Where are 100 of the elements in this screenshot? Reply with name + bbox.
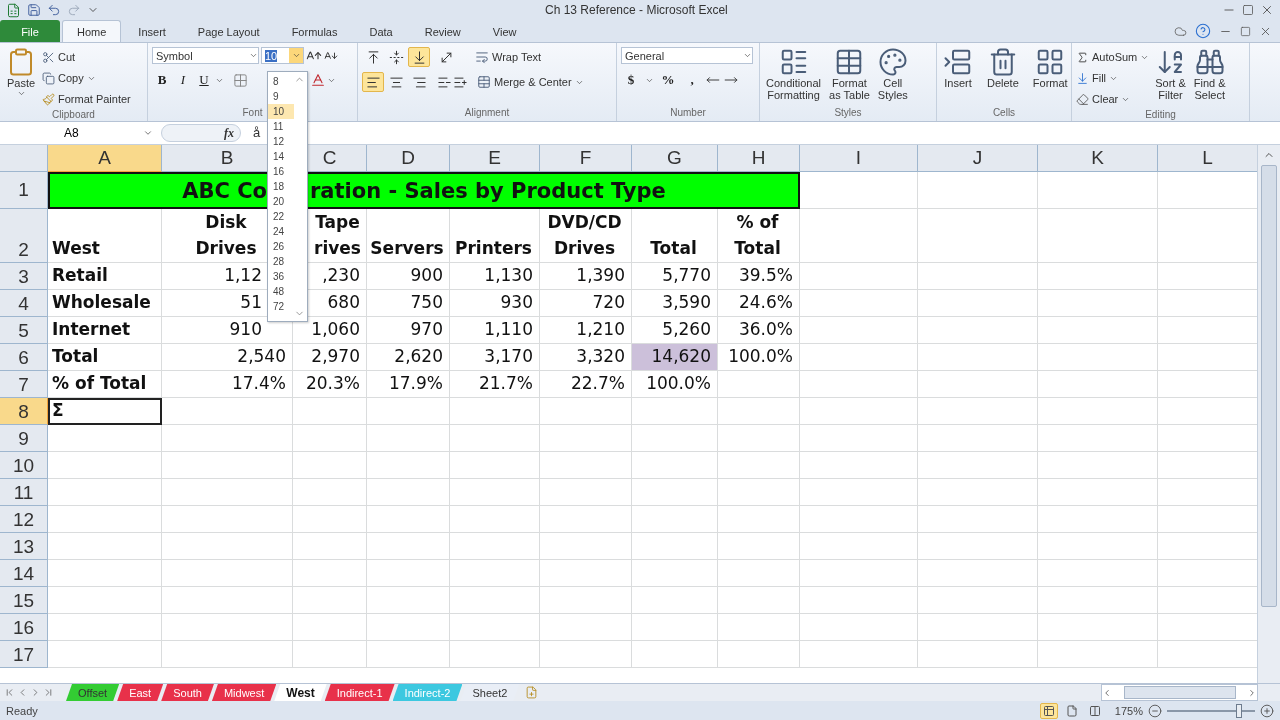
menu-item[interactable]: 20: [268, 194, 294, 209]
menu-item[interactable]: 18: [268, 179, 294, 194]
menu-item[interactable]: 9: [268, 89, 294, 104]
binoculars-icon[interactable]: [1194, 47, 1225, 77]
menu-item[interactable]: 26: [268, 239, 294, 254]
cells-button[interactable]: Delete: [985, 47, 1021, 107]
column-header[interactable]: A: [48, 145, 162, 172]
caret-icon[interactable]: [249, 51, 258, 60]
row-header[interactable]: 15: [0, 587, 48, 614]
insert-function-button[interactable]: fx: [161, 124, 241, 142]
file-tab[interactable]: File: [0, 20, 60, 42]
style-button[interactable]: Cell Styles: [875, 47, 910, 107]
row-header[interactable]: 1: [0, 172, 48, 209]
comma-button[interactable]: ,: [682, 70, 702, 90]
autosum-button[interactable]: AutoSum: [1076, 47, 1150, 67]
merge-center-button[interactable]: Merge & Center: [477, 72, 584, 92]
insert-cells-icon[interactable]: [943, 47, 973, 77]
wrap-text-button[interactable]: Wrap Text: [475, 47, 542, 67]
increase-indent-icon[interactable]: [453, 74, 468, 90]
zoom-slider-thumb[interactable]: [1236, 703, 1243, 718]
ribbon-tab[interactable]: Home: [62, 20, 122, 42]
menu-item[interactable]: 14: [268, 149, 294, 164]
formula-field[interactable]: å: [253, 124, 261, 142]
paste-button[interactable]: Paste: [4, 47, 38, 109]
editing-button[interactable]: Sort & Filter: [1153, 47, 1188, 109]
column-header[interactable]: G: [632, 145, 718, 172]
editing-button[interactable]: Find & Select: [1191, 47, 1228, 109]
column-header[interactable]: K: [1038, 145, 1158, 172]
cloud-icon[interactable]: [1174, 24, 1187, 38]
row-header[interactable]: 2: [0, 209, 48, 263]
wrap-text-icon[interactable]: [475, 50, 489, 64]
style-button[interactable]: Format as Table: [827, 47, 872, 107]
column-header[interactable]: D: [367, 145, 450, 172]
ribbon-tab[interactable]: Data: [354, 20, 408, 42]
clear-button[interactable]: Clear: [1076, 89, 1150, 109]
ribbon-tab[interactable]: View: [477, 20, 532, 42]
ribbon-tab[interactable]: Formulas: [276, 20, 353, 42]
sheet-tab[interactable]: West: [274, 684, 327, 701]
close-icon[interactable]: [1260, 3, 1274, 17]
insert-sheet-icon[interactable]: [525, 686, 539, 699]
zoom-level[interactable]: 175%: [1114, 704, 1143, 717]
borders-icon[interactable]: [233, 72, 248, 88]
menu-item[interactable]: 8: [268, 74, 294, 89]
fill-button[interactable]: Fill: [1076, 68, 1150, 88]
row-header[interactable]: 7: [0, 371, 48, 398]
column-header[interactable]: J: [918, 145, 1038, 172]
restore-icon[interactable]: [1242, 4, 1254, 16]
scroll-right-icon[interactable]: [1247, 687, 1257, 698]
menu-item[interactable]: 36: [268, 269, 294, 284]
palette-icon[interactable]: [877, 47, 908, 77]
sheet-tab[interactable]: Offset: [66, 684, 120, 701]
style-button[interactable]: Conditional Formatting: [764, 47, 824, 107]
caret-icon[interactable]: [291, 51, 301, 60]
eraser-icon[interactable]: [1076, 92, 1089, 106]
font-color-icon[interactable]: [310, 72, 326, 88]
copy-button[interactable]: Copy: [42, 68, 131, 88]
row-header[interactable]: 3: [0, 263, 48, 290]
merge-cells-icon[interactable]: [477, 75, 491, 89]
row-header[interactable]: 16: [0, 614, 48, 641]
scroll-left-icon[interactable]: [1102, 687, 1112, 698]
ribbon-tab[interactable]: Review: [409, 20, 476, 42]
ribbon-tab[interactable]: Insert: [123, 20, 181, 42]
column-header[interactable]: E: [450, 145, 540, 172]
column-header[interactable]: H: [718, 145, 800, 172]
restore-icon[interactable]: [1240, 25, 1251, 37]
row-header[interactable]: 12: [0, 506, 48, 533]
cells-button[interactable]: Insert: [941, 47, 975, 107]
menu-item[interactable]: 72: [268, 299, 294, 314]
paintbrush-icon[interactable]: [42, 92, 55, 106]
format-painter-button[interactable]: Format Painter: [42, 89, 131, 109]
ribbon-tab[interactable]: Page Layout: [182, 20, 275, 42]
spreadsheet-icon[interactable]: [6, 2, 21, 18]
decrease-indent-icon[interactable]: [437, 74, 452, 90]
underline-button[interactable]: U: [194, 70, 214, 90]
row-header[interactable]: 8: [0, 398, 48, 425]
scissors-icon[interactable]: [42, 50, 55, 64]
row-header[interactable]: 5: [0, 317, 48, 344]
row-header[interactable]: 9: [0, 425, 48, 452]
zoom-out-icon[interactable]: [1148, 703, 1162, 718]
cells-button[interactable]: Format: [1030, 47, 1070, 107]
save-icon[interactable]: [27, 3, 41, 17]
sheet-tab[interactable]: Indirect-1: [324, 684, 395, 701]
zoom-in-icon[interactable]: [1260, 703, 1274, 718]
currency-button[interactable]: $: [621, 70, 641, 90]
horizontal-scrollbar[interactable]: [1101, 684, 1258, 701]
column-header[interactable]: L: [1158, 145, 1257, 172]
row-header[interactable]: 4: [0, 290, 48, 317]
font-name-field[interactable]: Symbol: [152, 47, 259, 64]
row-header[interactable]: 14: [0, 560, 48, 587]
menu-item[interactable]: 24: [268, 224, 294, 239]
bold-button[interactable]: B: [152, 70, 172, 90]
copy-icon[interactable]: [42, 71, 55, 85]
caret-icon[interactable]: [16, 89, 26, 98]
orientation-icon[interactable]: [439, 49, 454, 65]
menu-item[interactable]: 10: [268, 104, 294, 119]
caret-icon[interactable]: [743, 51, 752, 60]
menu-item[interactable]: 22: [268, 209, 294, 224]
font-size-field[interactable]: 10: [261, 47, 304, 64]
fill-icon[interactable]: [1076, 71, 1089, 85]
sheet-tab[interactable]: South: [161, 684, 214, 701]
